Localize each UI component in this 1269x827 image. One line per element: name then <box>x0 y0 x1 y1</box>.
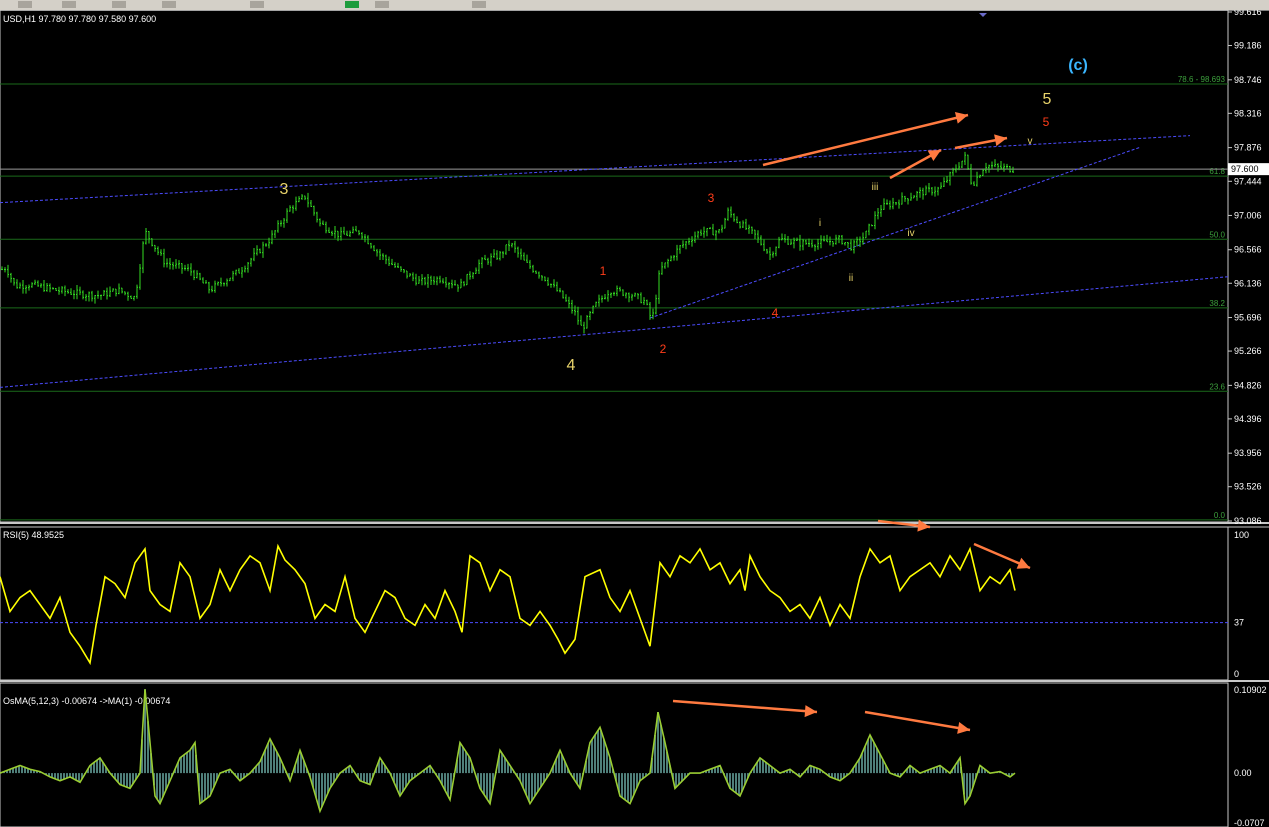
fib-level-label: 61.8 <box>1209 167 1225 176</box>
y-tick-label: 94.396 <box>1234 414 1262 424</box>
arrow-head <box>804 705 817 718</box>
y-tick-label: 98.746 <box>1234 75 1262 85</box>
toolbar-icon-4[interactable] <box>162 1 176 8</box>
osma-histogram <box>0 689 1013 808</box>
wave-label: 3 <box>280 181 289 198</box>
wave-label: iv <box>907 228 914 239</box>
arrow-shaft <box>864 710 971 732</box>
y-tick-label: 97.876 <box>1234 143 1262 153</box>
rsi-header: RSI(5) 48.9525 <box>3 530 64 540</box>
wave-label: 3 <box>708 191 715 205</box>
fib-level-label: 78.6 - 98.693 <box>1178 75 1226 84</box>
rsi-line <box>0 543 1016 666</box>
wave-label: (c) <box>1068 57 1088 74</box>
y-tick-label: 97.444 <box>1234 176 1262 186</box>
wave-label: ii <box>849 273 853 284</box>
wave-label: 4 <box>772 306 779 320</box>
toolbar-icon-2[interactable] <box>62 1 76 8</box>
annotation-arrow <box>973 542 1031 570</box>
shift-marker-icon <box>979 13 987 17</box>
chart-area: 99.616 99.186 98.746 98.316 97.876 97.444 97.0… <box>0 10 1269 827</box>
annotation-arrow <box>864 710 971 734</box>
fib-level-label: 23.6 <box>1209 382 1225 391</box>
osma-axis-label: 0.00 <box>1234 768 1252 778</box>
y-tick-label: 93.526 <box>1234 482 1262 492</box>
rsi-level-label: 0 <box>1234 669 1239 679</box>
wave-label: 4 <box>567 357 576 374</box>
fib-level-label: 0.0 <box>1214 511 1226 520</box>
current-price-label: 97.600 <box>1231 164 1259 174</box>
y-tick-label: 93.086 <box>1234 516 1262 526</box>
arrow-head <box>994 134 1007 147</box>
osma-axis-label: -0.0707 <box>1234 818 1265 827</box>
wave-label: i <box>819 218 821 229</box>
candles <box>1 151 1014 334</box>
arrow-head <box>954 112 968 124</box>
main-header: USD,H1 97.780 97.780 97.580 97.600 <box>3 14 156 24</box>
wave-label: iii <box>872 182 879 193</box>
y-tick-label: 99.186 <box>1234 41 1262 51</box>
y-tick-label: 96.566 <box>1234 245 1262 255</box>
y-tick-label: 95.696 <box>1234 313 1262 323</box>
wave-label: 5 <box>1043 115 1050 129</box>
toolbar-icon-3[interactable] <box>112 1 126 8</box>
annotation-arrow <box>672 699 818 718</box>
rsi-level-label: 100 <box>1234 530 1249 540</box>
wave-label: 2 <box>660 342 667 356</box>
toolbar-icon-7[interactable] <box>375 1 389 8</box>
fib-level-label: 38.2 <box>1209 299 1225 308</box>
annotation-arrow <box>877 519 931 532</box>
y-tick-label: 98.316 <box>1234 108 1262 118</box>
annotation-arrow <box>889 148 942 180</box>
arrow-shaft <box>672 699 818 714</box>
osma-axis-label: 0.10902 <box>1234 685 1267 695</box>
toolbar-icon-1[interactable] <box>18 1 32 8</box>
osma-line <box>0 689 1016 814</box>
arrow-shaft <box>762 113 969 167</box>
rsi-level-label: 37 <box>1234 618 1244 628</box>
toolbar-icon-5[interactable] <box>250 1 264 8</box>
annotation-arrow <box>762 112 969 167</box>
wave-label: v <box>1028 136 1033 147</box>
y-tick-label: 96.136 <box>1234 278 1262 288</box>
trendline <box>649 146 1141 319</box>
y-tick-label: 99.616 <box>1234 10 1262 17</box>
y-tick-label: 97.006 <box>1234 210 1262 220</box>
y-tick-label: 95.266 <box>1234 346 1262 356</box>
wave-label: 5 <box>1043 91 1052 108</box>
new-order-icon[interactable] <box>345 1 359 8</box>
y-tick-label: 93.956 <box>1234 448 1262 458</box>
wave-label: 1 <box>600 264 607 278</box>
main-panel-frame <box>0 10 1229 523</box>
y-tick-label: 94.826 <box>1234 380 1262 390</box>
arrow-head <box>957 722 970 734</box>
fib-level-label: 50.0 <box>1209 230 1225 239</box>
toolbar-icon-8[interactable] <box>472 1 486 8</box>
